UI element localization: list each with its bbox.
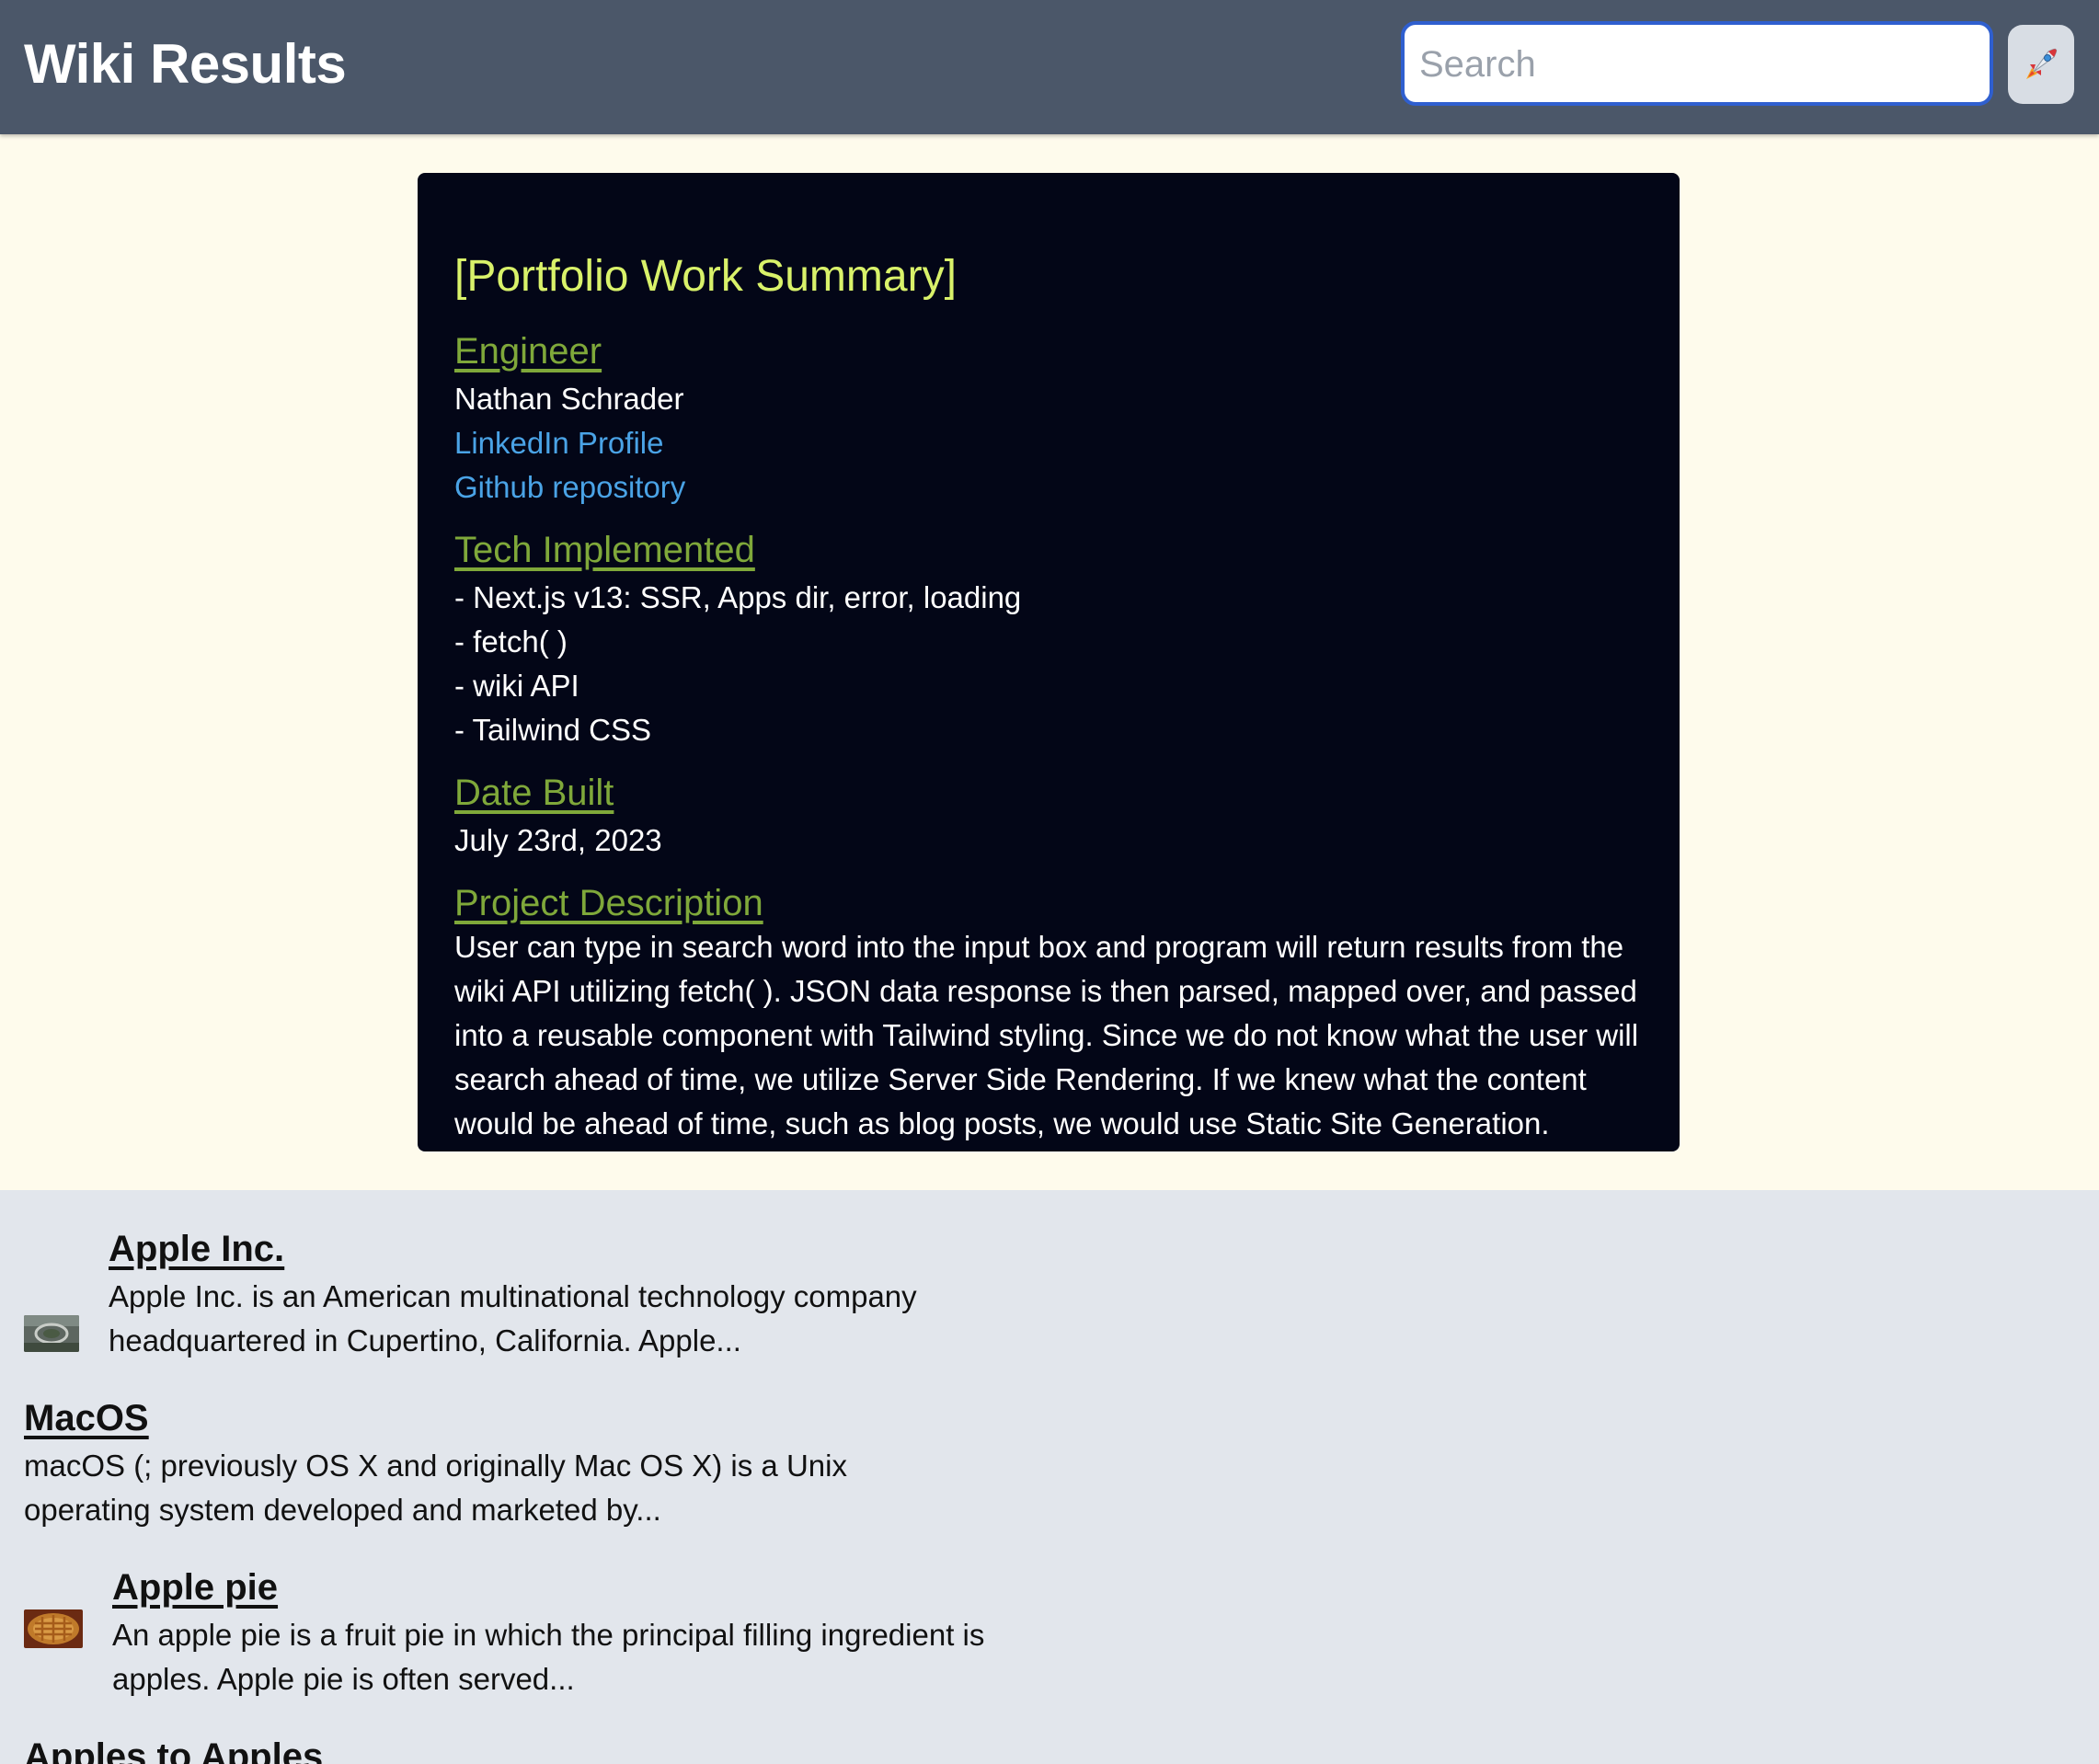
result-item: Apple pie An apple pie is a fruit pie in… <box>24 1565 999 1712</box>
github-repository-link[interactable]: Github repository <box>454 470 685 504</box>
tech-item: - Next.js v13: SSR, Apps dir, error, loa… <box>454 580 1022 614</box>
search-results-list: Apple Inc. Apple Inc. is an American mul… <box>0 1190 2099 1764</box>
result-item: Apples to Apples <box>24 1735 999 1764</box>
rocket-icon <box>2026 48 2058 79</box>
result-thumbnail <box>24 1609 83 1648</box>
search-input[interactable] <box>1417 32 1973 97</box>
result-thumbnail <box>24 1315 79 1352</box>
result-extract: Apple Inc. is an American multinational … <box>109 1279 917 1357</box>
result-item: Apple Inc. Apple Inc. is an American mul… <box>24 1227 999 1374</box>
app-title: Wiki Results <box>24 33 347 95</box>
linkedin-profile-link[interactable]: LinkedIn Profile <box>454 426 663 460</box>
search-submit-button[interactable] <box>2008 25 2074 104</box>
apple-park-thumbnail-image <box>24 1315 79 1352</box>
tech-item: - wiki API <box>454 669 579 703</box>
portfolio-summary-card: [Portfolio Work Summary] Engineer Nathan… <box>418 173 1680 1151</box>
summary-heading: [Portfolio Work Summary] <box>454 252 957 301</box>
date-built-value: July 23rd, 2023 <box>454 823 662 857</box>
apple-pie-thumbnail-image <box>24 1609 83 1648</box>
engineer-name: Nathan Schrader <box>454 382 684 416</box>
description-section-title: Project Description <box>454 883 763 923</box>
result-title-link[interactable]: Apple Inc. <box>109 1229 284 1269</box>
search-form <box>1401 21 1993 106</box>
date-section-title: Date Built <box>454 773 614 813</box>
result-extract: An apple pie is a fruit pie in which the… <box>112 1618 985 1696</box>
tech-section-title: Tech Implemented <box>454 530 755 570</box>
engineer-section-title: Engineer <box>454 331 602 372</box>
tech-item: - fetch( ) <box>454 624 568 659</box>
result-extract: macOS (; previously OS X and originally … <box>24 1449 847 1527</box>
project-description: User can type in search word into the in… <box>454 930 1639 1140</box>
result-title-link[interactable]: Apples to Apples <box>24 1736 323 1764</box>
result-title-link[interactable]: Apple pie <box>112 1567 278 1608</box>
result-title-link[interactable]: MacOS <box>24 1398 149 1438</box>
tech-item: - Tailwind CSS <box>454 713 651 747</box>
summary-section: [Portfolio Work Summary] Engineer Nathan… <box>0 134 2099 1190</box>
top-navbar: Wiki Results <box>0 0 2099 134</box>
result-item: MacOS macOS (; previously OS X and origi… <box>24 1396 999 1543</box>
